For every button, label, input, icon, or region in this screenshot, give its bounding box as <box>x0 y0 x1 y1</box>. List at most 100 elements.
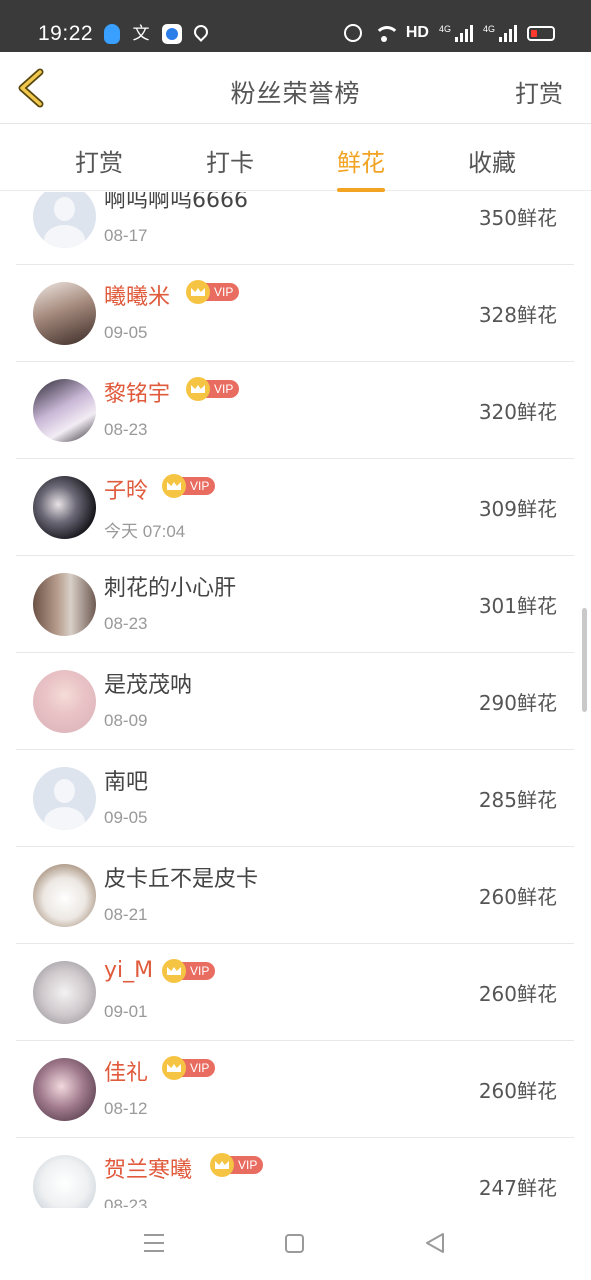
list-item[interactable]: 佳礼 VIP 08-12 260鲜花 <box>16 1041 574 1138</box>
tab-label: 鲜花 <box>337 149 385 177</box>
reward-button[interactable]: 打赏 <box>515 74 563 109</box>
vip-badge: VIP <box>186 377 240 401</box>
list-item[interactable]: 南吧 09-05 285鲜花 <box>16 750 574 847</box>
user-name: yi_M <box>104 958 154 983</box>
flower-count: 290鲜花 <box>478 691 557 715</box>
user-name: 啊呜啊呜6666 <box>104 192 248 213</box>
user-name: 曦曦米 <box>104 285 171 310</box>
translate-icon: 文 <box>132 24 150 44</box>
user-name: 皮卡丘不是皮卡 <box>104 867 259 892</box>
flower-count: 260鲜花 <box>478 982 557 1006</box>
tab-flowers[interactable]: 鲜花 <box>337 143 385 192</box>
tab-bar: 打赏 打卡 鲜花 收藏 <box>0 125 591 192</box>
crown-icon <box>162 959 186 983</box>
tab-favorites[interactable]: 收藏 <box>468 143 516 178</box>
user-date: 08-09 <box>104 711 148 730</box>
wifi-icon <box>372 24 400 42</box>
user-name: 是茂茂呐 <box>104 673 193 698</box>
qq-icon <box>104 24 120 44</box>
user-name: 南吧 <box>104 770 149 795</box>
user-name: 黎铭宇 <box>104 382 171 407</box>
vip-badge: VIP <box>186 280 240 304</box>
list-item[interactable]: 刺花的小心肝 08-23 301鲜花 <box>16 556 574 653</box>
flower-count: 260鲜花 <box>478 1079 557 1103</box>
user-date: 08-23 <box>104 614 148 633</box>
user-name: 贺兰寒曦 <box>104 1158 193 1183</box>
list-item[interactable]: 曦曦米 VIP 09-05 328鲜花 <box>16 265 574 362</box>
flower-count: 247鲜花 <box>478 1176 557 1200</box>
user-date: 09-01 <box>104 1002 148 1021</box>
flower-count: 328鲜花 <box>478 303 557 327</box>
user-date: 今天 07:04 <box>104 522 186 541</box>
flower-count: 320鲜花 <box>478 400 557 424</box>
vip-badge: VIP <box>162 959 216 983</box>
user-avatar <box>33 282 96 345</box>
user-avatar <box>33 573 96 636</box>
back-icon[interactable] <box>424 1232 446 1254</box>
list-item[interactable]: 是茂茂呐 08-09 290鲜花 <box>16 653 574 750</box>
network-label: 4G <box>482 24 495 34</box>
user-name: 佳礼 <box>104 1061 149 1086</box>
vip-badge: VIP <box>210 1153 264 1177</box>
list-item[interactable]: 啊呜啊呜6666 08-17 350鲜花 <box>16 192 574 265</box>
flower-count: 350鲜花 <box>478 206 557 230</box>
app-header: 粉丝荣誉榜 打赏 <box>0 52 591 124</box>
page-title: 粉丝荣誉榜 <box>230 79 361 108</box>
user-name: 子昤 <box>104 479 149 504</box>
list-scrollbar[interactable] <box>582 608 587 712</box>
system-nav-bar <box>0 1208 591 1280</box>
user-date: 08-21 <box>104 905 148 924</box>
user-date: 09-05 <box>104 323 148 342</box>
flower-count: 301鲜花 <box>478 594 557 618</box>
tab-reward[interactable]: 打赏 <box>75 143 123 178</box>
crown-icon <box>186 377 210 401</box>
user-avatar <box>33 379 96 442</box>
user-avatar <box>33 1155 96 1208</box>
vip-badge: VIP <box>162 474 216 498</box>
cat-avatar <box>33 864 96 927</box>
home-icon[interactable] <box>285 1234 304 1253</box>
list-item[interactable]: yi_M VIP 09-01 260鲜花 <box>16 944 574 1041</box>
flower-count: 309鲜花 <box>478 497 557 521</box>
user-date: 08-23 <box>104 1196 148 1208</box>
user-date: 08-12 <box>104 1099 148 1118</box>
flower-count: 260鲜花 <box>478 885 557 909</box>
hd-icon: HD <box>405 24 429 41</box>
status-left-icons: 文 <box>104 24 208 44</box>
network-label: 4G <box>438 24 451 34</box>
tab-label: 收藏 <box>468 149 516 177</box>
browser-icon <box>162 24 182 44</box>
crown-icon <box>210 1153 234 1177</box>
tab-label: 打卡 <box>206 149 254 177</box>
user-name: 刺花的小心肝 <box>104 576 237 601</box>
user-avatar <box>33 670 96 733</box>
flower-count: 285鲜花 <box>478 788 557 812</box>
vip-badge: VIP <box>162 1056 216 1080</box>
signal-icon: 4G <box>483 24 517 42</box>
menu-icon[interactable] <box>144 1234 164 1252</box>
crown-icon <box>186 280 210 304</box>
location-icon <box>192 24 208 44</box>
tab-checkin[interactable]: 打卡 <box>206 143 254 178</box>
user-date: 08-17 <box>104 226 148 245</box>
crown-icon <box>162 474 186 498</box>
user-avatar <box>33 1058 96 1121</box>
default-avatar <box>33 767 96 830</box>
list-item[interactable]: 皮卡丘不是皮卡 08-21 260鲜花 <box>16 847 574 944</box>
user-avatar <box>33 961 96 1024</box>
signal-icon: 4G <box>439 24 473 42</box>
user-avatar <box>33 476 96 539</box>
list-item[interactable]: 贺兰寒曦 VIP 08-23 247鲜花 <box>16 1138 574 1208</box>
status-right-icons: HD 4G 4G <box>343 24 555 42</box>
status-time: 19:22 <box>38 22 94 45</box>
crown-icon <box>162 1056 186 1080</box>
tab-label: 打赏 <box>75 149 123 177</box>
alarm-icon <box>343 24 362 42</box>
user-date: 08-23 <box>104 420 148 439</box>
battery-icon <box>527 25 555 41</box>
user-date: 09-05 <box>104 808 148 827</box>
fan-ranking-list[interactable]: 啊呜啊呜6666 08-17 350鲜花 曦曦米 VIP 09-05 328鲜花… <box>0 192 591 1208</box>
list-item[interactable]: 子昤 VIP 今天 07:04 309鲜花 <box>16 459 574 556</box>
default-avatar <box>33 192 96 248</box>
list-item[interactable]: 黎铭宇 VIP 08-23 320鲜花 <box>16 362 574 459</box>
